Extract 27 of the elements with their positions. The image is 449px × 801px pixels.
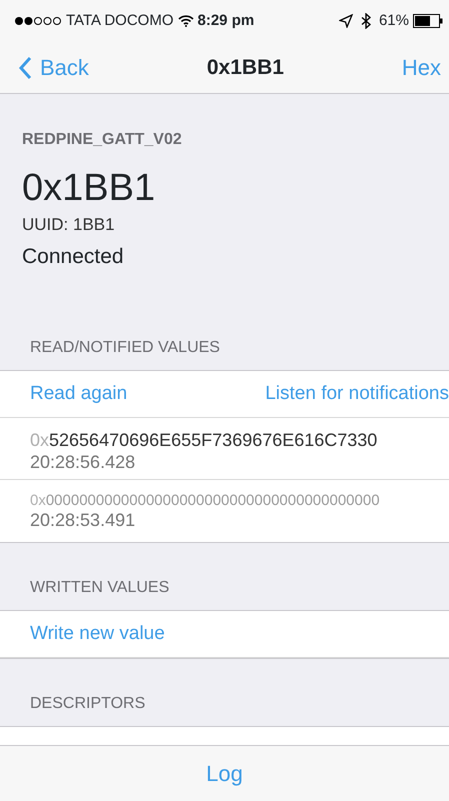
- bluetooth-icon: [360, 13, 371, 29]
- section-header: DESCRIPTORS: [30, 694, 146, 714]
- value-timestamp: 20:28:56.428: [30, 452, 136, 474]
- status-time: 8:29 pm: [198, 10, 254, 31]
- action-button[interactable]: Write new value: [30, 620, 165, 648]
- hex-value: 0x0000000000000000000000000000000000000000: [30, 492, 381, 510]
- back-button[interactable]: Back: [18, 51, 89, 84]
- hex-button[interactable]: Hex: [402, 51, 441, 84]
- value-timestamp: 20:28:53.491: [30, 510, 136, 532]
- action-button[interactable]: Listen for notifications: [265, 380, 449, 408]
- wifi-icon: [178, 15, 194, 27]
- uuid-label: UUID: 1BB1: [22, 214, 116, 236]
- characteristic-name: 0x1BB1: [22, 166, 156, 211]
- location-arrow-icon: [338, 14, 353, 28]
- nav-title: 0x1BB1: [206, 54, 284, 81]
- action-button[interactable]: Read again: [30, 380, 128, 408]
- hex-value: 0x52656470696E655F7369676E616C7330: [30, 430, 378, 452]
- signal-strength-icon: [14, 16, 62, 26]
- battery-percentage: 61%: [378, 10, 409, 31]
- section-header: WRITTEN VALUES: [30, 578, 170, 598]
- carrier-name: TATA DOCOMO: [66, 10, 174, 31]
- section-header: READ/NOTIFIED VALUES: [30, 338, 220, 358]
- log-button[interactable]: Log: [206, 757, 243, 790]
- battery-icon: [413, 14, 443, 28]
- device-name: REDPINE_GATT_V02: [22, 130, 183, 150]
- connection-status: Connected: [22, 244, 125, 270]
- back-chevron-icon: [18, 56, 32, 80]
